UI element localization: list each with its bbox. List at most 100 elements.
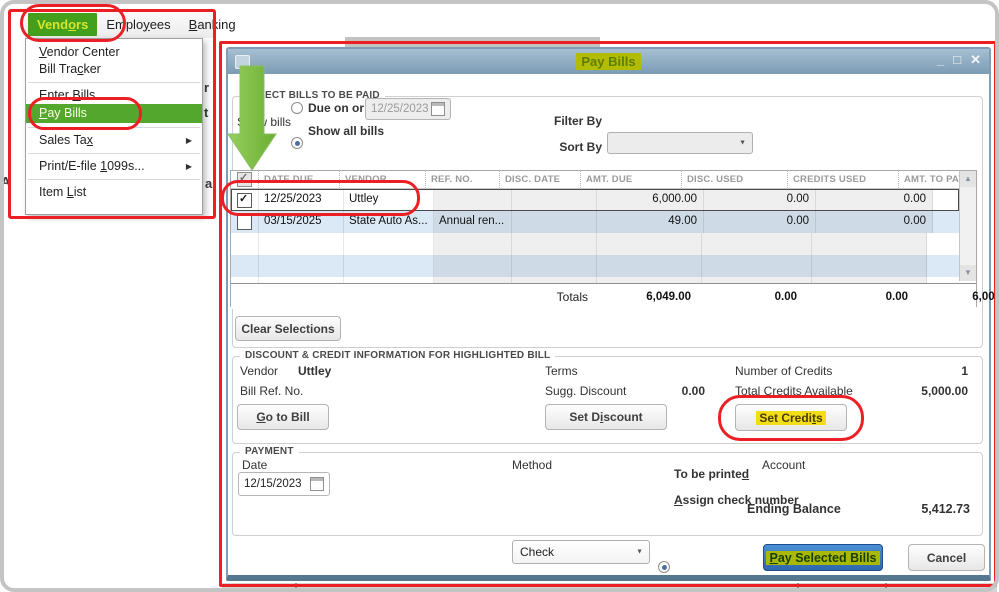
to-be-printed-label: To be printed [674,467,750,481]
menu-item-label: Sales Tax [39,133,93,147]
due-on-or-before-radio[interactable] [291,102,303,114]
vendor-label: Vendor [240,364,279,378]
totals-amt-due: 6,049.00 [646,290,691,303]
menu-separator [28,179,200,180]
table-scrollbar[interactable] [959,171,976,281]
cell-credits-used: 0.00 [816,211,933,233]
table-row[interactable]: 03/15/2025 State Auto As... Annual ren..… [231,211,959,233]
row-checkbox[interactable] [237,214,252,230]
cell-disc-date [512,189,597,211]
column-header-credits-used[interactable]: CREDITS USED [787,171,898,188]
window-titlebar: Pay Bills _ □ ✕ [228,49,989,74]
menubar-item-employees[interactable]: Employees [97,13,179,36]
window-controls: _ □ ✕ [937,52,981,68]
cell-date-due: 03/15/2025 [259,211,344,233]
totals-credits-used: 0.00 [885,290,908,303]
background-tick [295,583,297,591]
total-credits-available-value: 5,000.00 [921,384,968,398]
column-header-date-due[interactable]: DATE DUE [258,171,339,188]
menubar-item-vendors[interactable]: Vendors [28,12,98,36]
table-row[interactable]: 12/25/2023 Uttley 6,000.00 0.00 0.00 6,0… [231,189,999,211]
terms-label: Terms [545,364,578,378]
table-empty-row [231,255,959,277]
cell-ref-no [434,189,512,211]
cell-amt-due: 49.00 [597,211,704,233]
screenshot-stage: r t a A Vendors Employees Banking Vendor… [0,0,999,592]
set-discount-button[interactable]: Set Di scount [545,404,667,430]
menu-item-print-efile-1099s[interactable]: Print/E-file 1099s... ▶ [26,158,202,175]
payment-date-value: 12/15/2023 [244,478,302,490]
account-dropdown[interactable]: General Business Checking Acct. [760,588,968,592]
number-of-credits-label: Number of Credits [735,364,833,378]
background-text-fragment: A [1,174,11,189]
table-empty-row [231,233,959,255]
total-credits-available-label: Total Credits Available [735,384,853,398]
background-text-fragment: t [204,105,209,120]
menu-item-pay-bills[interactable]: Pay Bills [26,104,202,123]
menu-item-vendor-center[interactable]: Vendor Center [26,44,202,61]
bills-table-header: DATE DUE VENDOR REF. NO. DISC. DATE AMT.… [231,171,964,189]
menu-item-bill-tracker[interactable]: Bill Tracker [26,61,202,78]
window-icon [235,55,250,69]
column-header-ref-no[interactable]: REF. NO. [425,171,499,188]
method-dropdown[interactable]: Check [512,540,650,564]
bills-table: DATE DUE VENDOR REF. NO. DISC. DATE AMT.… [230,170,999,309]
show-all-bills-radio[interactable] [291,137,303,149]
clear-selections-button[interactable]: Clear Selections [235,316,341,341]
close-button[interactable]: ✕ [970,52,981,68]
cell-disc-used: 0.00 [704,211,816,233]
sugg-discount-label: Sugg. Discount [545,384,627,398]
menu-item-item-list[interactable]: Item List [26,184,202,201]
bill-ref-no-label: Bill Ref. No. [240,384,304,398]
cell-vendor: Uttley [344,189,434,211]
cell-date-due: 12/25/2023 [259,189,344,211]
totals-disc-used: 0.00 [774,290,797,303]
set-credits-button[interactable]: Set Credits [735,404,847,431]
menu-separator [28,153,200,154]
totals-label: Totals [556,289,588,304]
background-text-fragment: r [204,80,210,95]
go-to-bill-button[interactable]: Go to Bill [237,404,329,430]
payment-date-field[interactable]: 12/15/2023 [238,472,330,496]
sugg-discount-value: 0.00 [681,384,705,398]
menu-bar: Vendors Employees Banking [25,10,236,38]
column-header-vendor[interactable]: VENDOR [339,171,425,188]
due-date-field[interactable]: 12/25/2023 [365,98,451,120]
calendar-icon[interactable] [310,477,324,491]
filter-by-dropdown[interactable] [607,132,753,154]
table-empty-row [231,277,959,283]
row-checkbox[interactable] [237,192,252,208]
sort-by-label: Sort By [559,140,602,154]
column-header-disc-used[interactable]: DISC. USED [681,171,787,188]
totals-amt-to-pay: 6,000.00 [972,290,999,303]
menubar-item-banking[interactable]: Banking [180,13,245,36]
menu-separator [28,127,200,128]
column-header-amt-due[interactable]: AMT. DUE [580,171,681,188]
minimize-button[interactable]: _ [937,52,944,68]
method-label: Method [512,458,553,472]
to-be-printed-radio[interactable] [658,561,670,573]
menu-item-enter-bills[interactable]: Enter Bills [26,87,202,104]
calendar-icon[interactable] [431,102,445,116]
cell-ref-no: Annual ren... [434,211,512,233]
cell-credits-used: 0.00 [816,189,933,211]
method-value: Check [520,545,555,559]
cancel-button[interactable]: Cancel [908,544,985,571]
cell-disc-used: 0.00 [704,189,816,211]
cell-vendor: State Auto As... [344,211,434,233]
menu-item-sales-tax[interactable]: Sales Tax ▶ [26,132,202,149]
vendors-menu: Vendor Center Bill Tracker Enter Bills P… [25,38,203,215]
select-bills-legend: SELECT BILLS TO BE PAID [240,90,385,101]
vendor-value: Uttley [298,364,332,378]
column-header-disc-date[interactable]: DISC. DATE [499,171,580,188]
scroll-up-arrow-icon[interactable] [960,171,976,187]
payment-date-label: Date [242,458,268,472]
maximize-button[interactable]: □ [953,52,961,68]
pay-selected-bills-button[interactable]: Pay Selected Bills [763,544,883,571]
column-header-amt-to-pay[interactable]: AMT. TO PAY [898,171,999,188]
select-all-checkbox[interactable] [237,172,252,187]
totals-row: Totals 6,049.00 0.00 0.00 6,000.00 [231,283,999,309]
scroll-down-arrow-icon[interactable] [960,265,976,281]
select-all-checkbox-cell [231,171,258,188]
filter-by-label: Filter By [553,114,602,128]
